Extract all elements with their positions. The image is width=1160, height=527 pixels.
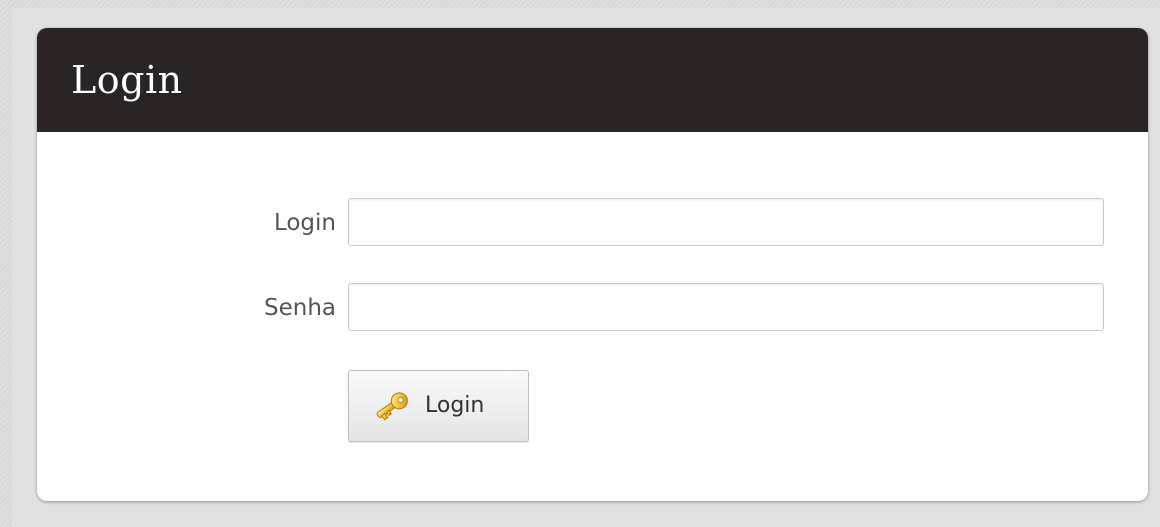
- login-panel: Login Login Senha Login: [37, 28, 1148, 501]
- login-row: Login: [37, 198, 1148, 248]
- login-button-label: Login: [425, 393, 485, 418]
- panel-title: Login: [71, 58, 183, 102]
- key-icon: [371, 388, 413, 424]
- login-label: Login: [273, 210, 336, 236]
- login-button[interactable]: Login: [348, 370, 529, 442]
- password-row: Senha: [37, 283, 1148, 333]
- password-label: Senha: [264, 295, 336, 321]
- password-input[interactable]: [348, 283, 1104, 331]
- login-input[interactable]: [348, 198, 1104, 246]
- panel-header: Login: [37, 28, 1148, 132]
